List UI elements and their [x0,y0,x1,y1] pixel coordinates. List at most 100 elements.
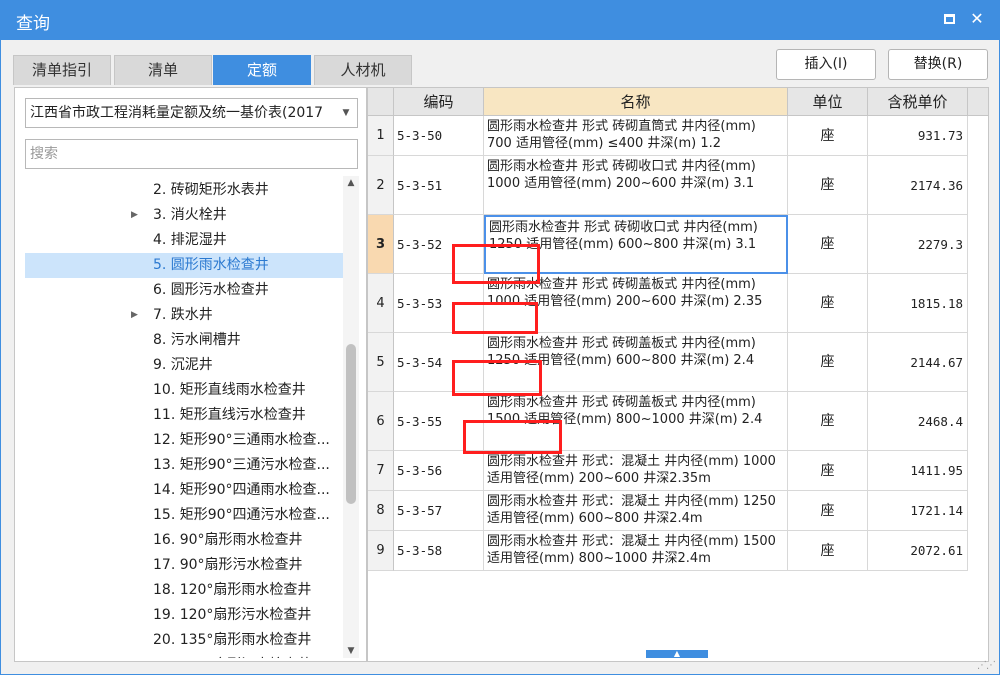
cell-price[interactable]: 1815.18 [868,274,968,333]
search-input[interactable] [25,139,358,169]
cell-name[interactable]: 圆形雨水检查井 形式 砖砌直筒式 井内径(mm) 700 适用管径(mm) ≤4… [484,116,788,156]
cell-price[interactable]: 1411.95 [868,451,968,491]
column-header-unit[interactable]: 单位 [788,88,868,116]
tree-item-label: 5. 圆形雨水检查井 [153,257,269,273]
tree-item-label: 7. 跌水井 [153,307,213,323]
tree-item[interactable]: ▶ 3. 消火栓井 [25,203,343,228]
expand-icon[interactable]: ▶ [131,303,138,328]
tree-item[interactable]: ▶ 7. 跌水井 [25,303,343,328]
column-header-price[interactable]: 含税单价 [868,88,968,116]
close-icon[interactable]: ✕ [966,8,988,30]
row-number[interactable]: 5 [368,333,394,392]
tree-item[interactable]: 4. 排泥湿井 [25,228,343,253]
tree-item[interactable]: 5. 圆形雨水检查井 [25,253,343,278]
cell-name[interactable]: 圆形雨水检查井 形式 砖砌收口式 井内径(mm) 1250 适用管径(mm) 6… [484,215,788,274]
cell-unit[interactable]: 座 [788,451,868,491]
tab-quota[interactable]: 定额 [213,55,311,85]
row-number[interactable]: 3 [368,215,394,274]
cell-code[interactable]: 5-3-56 [394,451,484,491]
cell-code[interactable]: 5-3-55 [394,392,484,451]
tree-item-label: 13. 矩形90°三通污水检查... [153,457,330,473]
cell-code[interactable]: 5-3-57 [394,491,484,531]
library-select[interactable]: 江西省市政工程消耗量定额及统一基价表(2017 ▼ [25,98,358,128]
cell-unit[interactable]: 座 [788,156,868,215]
replace-button[interactable]: 替换(R) [888,49,988,80]
row-number[interactable]: 4 [368,274,394,333]
expand-icon[interactable]: ▶ [131,203,138,228]
row-number[interactable]: 8 [368,491,394,531]
cell-unit[interactable]: 座 [788,392,868,451]
tree-item[interactable]: 12. 矩形90°三通雨水检查... [25,428,343,453]
cell-unit[interactable]: 座 [788,215,868,274]
cell-price[interactable]: 2468.4 [868,392,968,451]
tree-item-label: 16. 90°扇形雨水检查井 [153,532,303,548]
cell-code[interactable]: 5-3-58 [394,531,484,571]
tree-item-label: 12. 矩形90°三通雨水检查... [153,432,330,448]
tree-item[interactable]: 16. 90°扇形雨水检查井 [25,528,343,553]
column-header-code[interactable]: 编码 [394,88,484,116]
tree-item[interactable]: 19. 120°扇形污水检查井 [25,603,343,628]
cell-code[interactable]: 5-3-50 [394,116,484,156]
column-header-name[interactable]: 名称 [484,88,788,116]
cell-name[interactable]: 圆形雨水检查井 形式 砖砌盖板式 井内径(mm) 1000 适用管径(mm) 2… [484,274,788,333]
insert-button[interactable]: 插入(I) [776,49,876,80]
tab-materials[interactable]: 人材机 [314,55,412,85]
tree-item-label: 9. 沉泥井 [153,357,213,373]
tree-item[interactable]: 13. 矩形90°三通污水检查... [25,453,343,478]
row-number[interactable]: 9 [368,531,394,571]
cell-price[interactable]: 931.73 [868,116,968,156]
tree-item[interactable]: 8. 污水闸槽井 [25,328,343,353]
tree-item[interactable]: 6. 圆形污水检查井 [25,278,343,303]
cell-price[interactable]: 2279.3 [868,215,968,274]
tree-item[interactable]: 17. 90°扇形污水检查井 [25,553,343,578]
tree-item[interactable]: 11. 矩形直线污水检查井 [25,403,343,428]
cell-price[interactable]: 1721.14 [868,491,968,531]
cell-name[interactable]: 圆形雨水检查井 形式：混凝土 井内径(mm) 1250 适用管径(mm) 600… [484,491,788,531]
quota-table: 编码 名称 单位 含税单价 ◀ ▶ 15-3-50圆形雨水检查井 形式 砖砌直筒… [367,87,989,662]
cell-name[interactable]: 圆形雨水检查井 形式 砖砌收口式 井内径(mm) 1000 适用管径(mm) 2… [484,156,788,215]
tree-item[interactable]: 18. 120°扇形雨水检查井 [25,578,343,603]
scroll-thumb[interactable] [346,344,356,504]
tree-item-label: 19. 120°扇形污水检查井 [153,607,312,623]
tree-item[interactable]: 20. 135°扇形雨水检查井 [25,628,343,653]
cell-code[interactable]: 5-3-53 [394,274,484,333]
cell-name[interactable]: 圆形雨水检查井 形式 砖砌盖板式 井内径(mm) 1250 适用管径(mm) 6… [484,333,788,392]
chapter-tree: 2. 砖砌矩形水表井 ▶ 3. 消火栓井 4. 排泥湿井 5. 圆形雨水检查井 6. 圆形… [25,178,343,658]
cell-unit[interactable]: 座 [788,333,868,392]
tree-item[interactable]: 21. 135°扇形污水检查井 [25,653,343,658]
chevron-down-icon[interactable]: ▼ [340,99,352,127]
row-number[interactable]: 7 [368,451,394,491]
row-number[interactable]: 6 [368,392,394,451]
tree-item-label: 4. 排泥湿井 [153,232,227,248]
cell-name[interactable]: 圆形雨水检查井 形式 砖砌盖板式 井内径(mm) 1500 适用管径(mm) 8… [484,392,788,451]
cell-unit[interactable]: 座 [788,531,868,571]
cell-unit[interactable]: 座 [788,491,868,531]
cell-unit[interactable]: 座 [788,274,868,333]
tab-list[interactable]: 清单 [114,55,212,85]
row-number[interactable]: 1 [368,116,394,156]
tree-item[interactable]: 9. 沉泥井 [25,353,343,378]
tree-item[interactable]: 10. 矩形直线雨水检查井 [25,378,343,403]
cell-code[interactable]: 5-3-52 [394,215,484,274]
row-number[interactable]: 2 [368,156,394,215]
window-title: 查询 [16,14,50,34]
cell-price[interactable]: 2174.36 [868,156,968,215]
cell-name[interactable]: 圆形雨水检查井 形式：混凝土 井内径(mm) 1000 适用管径(mm) 200… [484,451,788,491]
tree-item[interactable]: 2. 砖砌矩形水表井 [25,178,343,203]
panel-collapse-handle[interactable]: ▲ [646,650,708,658]
cell-code[interactable]: 5-3-54 [394,333,484,392]
maximize-icon[interactable] [938,8,960,30]
resize-grip-icon[interactable]: ⋰⋰ [977,661,996,671]
cell-price[interactable]: 2144.67 [868,333,968,392]
cell-code[interactable]: 5-3-51 [394,156,484,215]
scroll-down-icon[interactable]: ▼ [343,644,359,658]
cell-name[interactable]: 圆形雨水检查井 形式：混凝土 井内径(mm) 1500 适用管径(mm) 800… [484,531,788,571]
tab-list-guide[interactable]: 清单指引 [13,55,111,85]
tree-item[interactable]: 15. 矩形90°四通污水检查... [25,503,343,528]
scroll-up-icon[interactable]: ▲ [343,176,359,190]
tree-scrollbar[interactable]: ▲ ▼ [343,176,359,658]
tree-item-label: 6. 圆形污水检查井 [153,282,269,298]
tree-item[interactable]: 14. 矩形90°四通雨水检查... [25,478,343,503]
cell-unit[interactable]: 座 [788,116,868,156]
cell-price[interactable]: 2072.61 [868,531,968,571]
